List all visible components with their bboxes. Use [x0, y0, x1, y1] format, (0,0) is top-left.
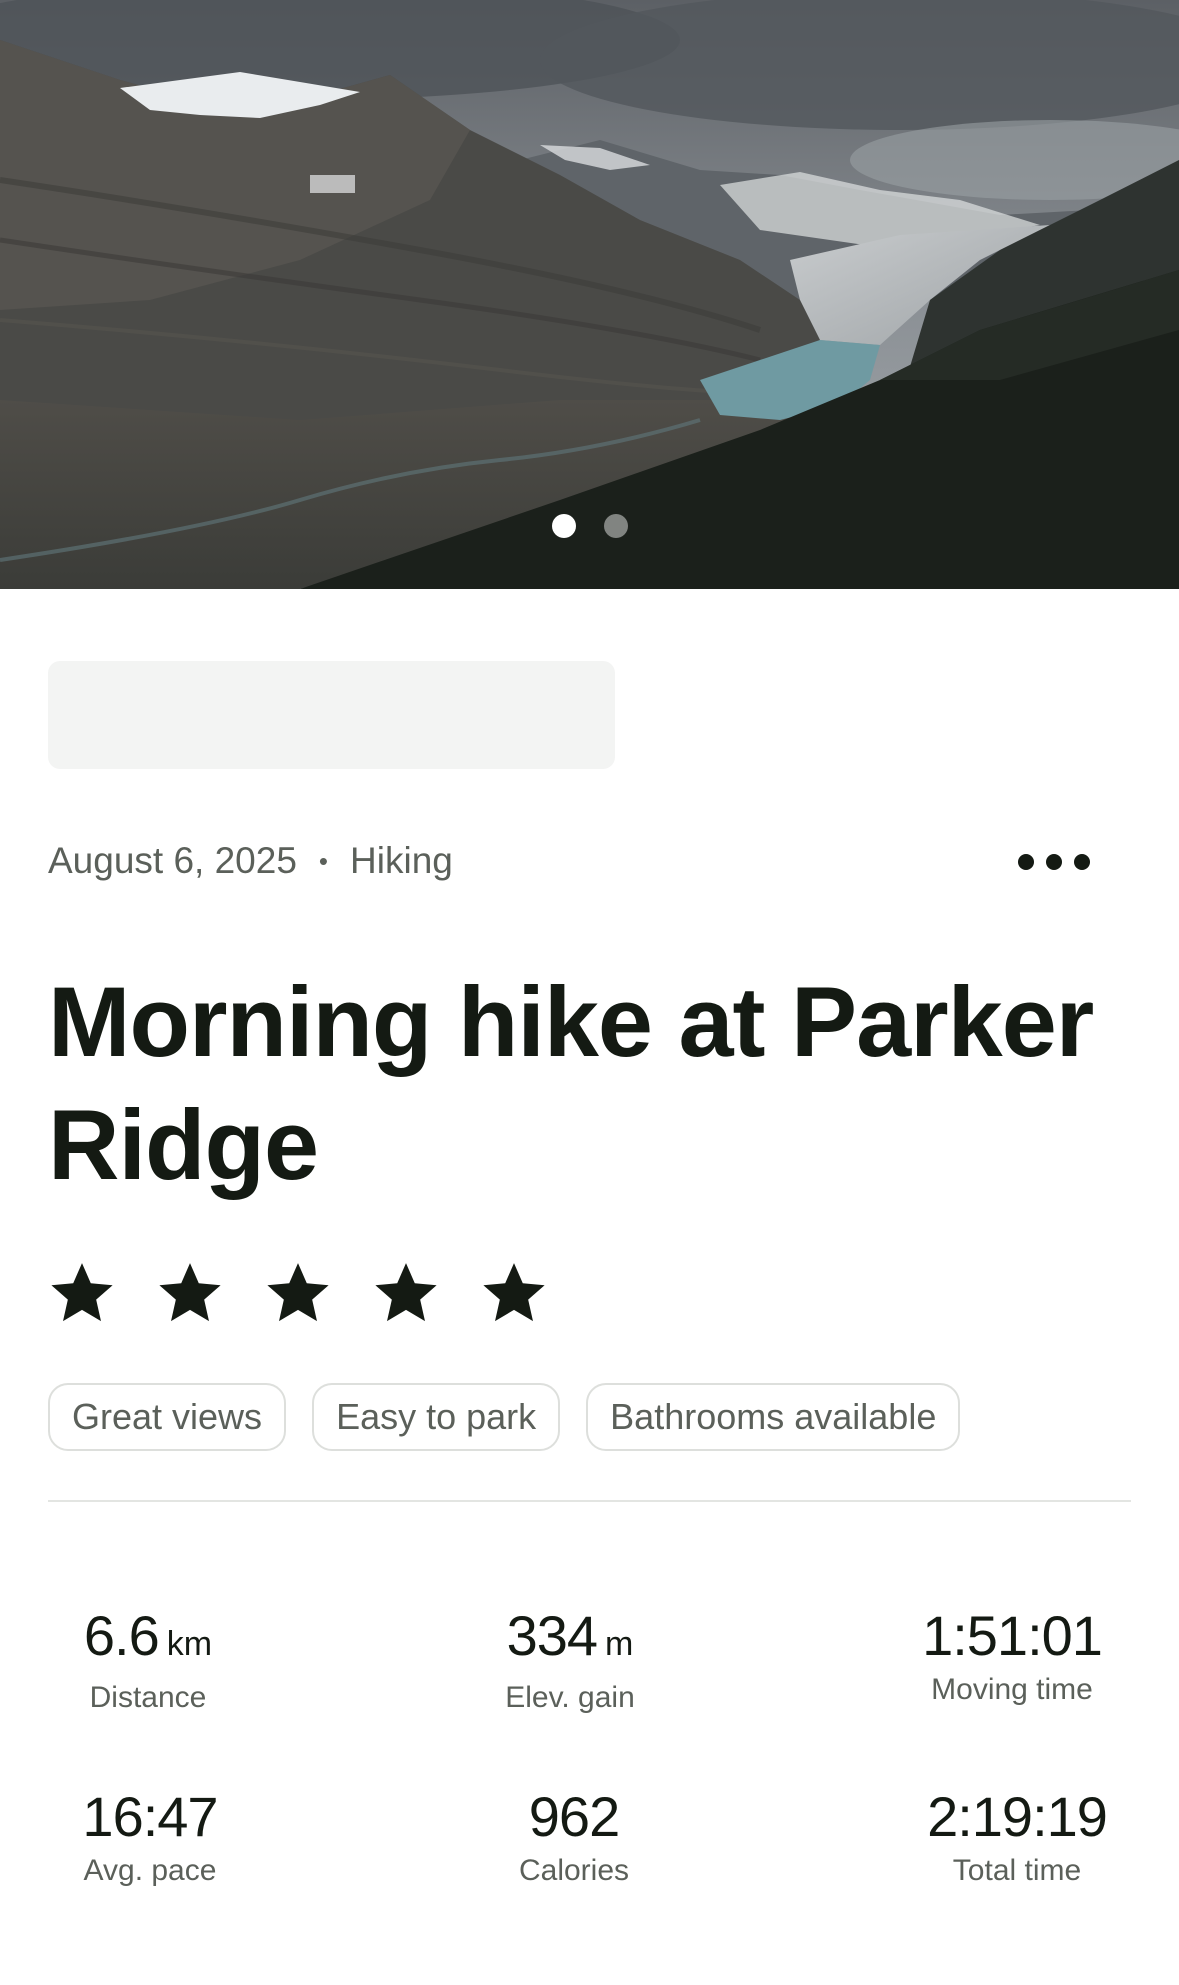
stat-value: 1:51:01	[922, 1604, 1103, 1667]
activity-meta: August 6, 2025 • Hiking	[48, 836, 1148, 886]
stat-label: Moving time	[931, 1673, 1093, 1706]
more-options-icon[interactable]	[1018, 848, 1090, 876]
carousel-dot-1[interactable]	[551, 514, 576, 538]
star-rating	[48, 1258, 548, 1326]
activity-date: August 6, 2025	[48, 840, 297, 881]
stat-label: Calories	[518, 1854, 630, 1887]
star-icon	[48, 1258, 116, 1326]
stat-value: 334	[506, 1604, 598, 1667]
activity-type: Hiking	[350, 840, 453, 881]
stat-label: Avg. pace	[83, 1854, 217, 1887]
carousel-indicator	[0, 514, 1179, 538]
tag-chip[interactable]: Bathrooms available	[586, 1383, 961, 1451]
stat-avg-pace: 16:47 Avg. pace	[20, 1787, 280, 1889]
stat-calories: 962 Calories	[424, 1787, 724, 1889]
stat-unit: m	[605, 1625, 634, 1663]
tag-chip[interactable]: Great views	[48, 1383, 287, 1451]
stat-distance: 6.6 km Distance	[48, 1606, 248, 1716]
stat-value: 16:47	[82, 1785, 218, 1848]
stat-elev-gain: 334 m Elev. gain	[420, 1606, 720, 1716]
mountain-landscape-image	[0, 0, 1179, 589]
stat-label: Total time	[952, 1854, 1082, 1887]
star-icon	[264, 1258, 332, 1326]
stat-value: 2:19:19	[927, 1785, 1108, 1848]
stat-value: 6.6	[83, 1604, 160, 1667]
stat-label: Distance	[89, 1681, 207, 1714]
stat-label: Elev. gain	[505, 1681, 635, 1714]
stat-value: 962	[528, 1785, 620, 1848]
stat-total-time: 2:19:19 Total time	[867, 1787, 1167, 1889]
hero-photo[interactable]	[0, 0, 1179, 589]
meta-separator: •	[318, 845, 329, 876]
activity-title: Morning hike at Parker Ridge	[48, 966, 1094, 1200]
loading-placeholder	[48, 661, 615, 769]
carousel-dot-2[interactable]	[603, 514, 628, 538]
stat-unit: km	[166, 1625, 213, 1663]
tag-chip[interactable]: Easy to park	[312, 1383, 561, 1451]
stat-moving-time: 1:51:01 Moving time	[862, 1606, 1162, 1708]
star-icon	[156, 1258, 224, 1326]
star-icon	[372, 1258, 440, 1326]
trail-tags: Great views Easy to park Bathrooms avail…	[48, 1383, 961, 1451]
section-divider	[48, 1500, 1131, 1502]
star-icon	[480, 1258, 548, 1326]
